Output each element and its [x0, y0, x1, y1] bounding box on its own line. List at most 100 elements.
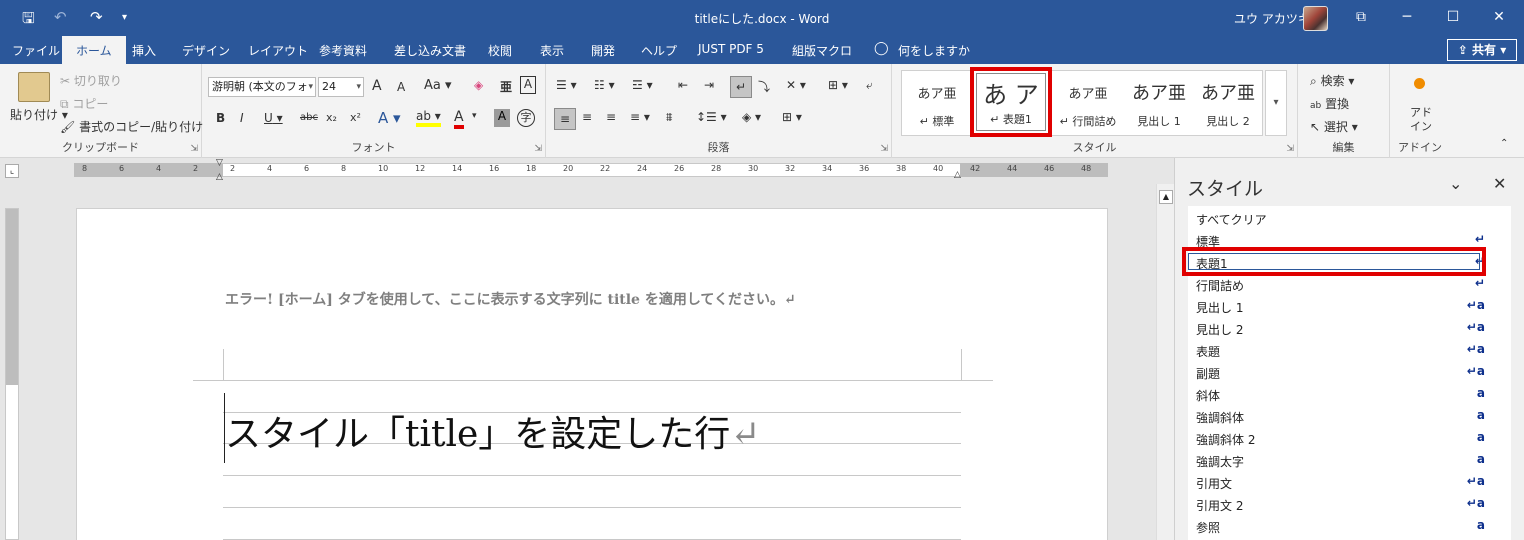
maximize-button[interactable]: ☐	[1430, 0, 1476, 34]
grow-font-button[interactable]: A	[372, 78, 382, 94]
gallery-more-icon[interactable]: ▾	[1265, 70, 1287, 136]
font-color-icon[interactable]: A	[454, 109, 464, 129]
align-left-icon[interactable]: ≡	[554, 108, 576, 130]
style-list-item[interactable]: 強調斜体 a	[1188, 405, 1511, 427]
addins-icon[interactable]	[1414, 78, 1425, 89]
dialog-launcher-icon[interactable]: ⇲	[534, 144, 542, 154]
tab-file[interactable]: ファイル	[12, 42, 60, 59]
style-list-item[interactable]: 強調太字 a	[1188, 449, 1511, 471]
document-area[interactable]: エラー! [ホーム] タブを使用して、ここに表示する文字列に title を適用…	[20, 184, 1156, 540]
select-button[interactable]: ↖ 選択 ▾	[1310, 118, 1358, 135]
italic-button[interactable]: I	[240, 111, 244, 125]
minimize-button[interactable]: ─	[1384, 0, 1430, 34]
borders-icon[interactable]: ⊞ ▾	[782, 110, 802, 124]
paste-icon[interactable]	[18, 72, 50, 102]
justify-icon[interactable]: ≡ ▾	[630, 110, 650, 124]
tab-design[interactable]: デザイン	[182, 42, 230, 59]
style-list-item[interactable]: 行間詰め ↵	[1188, 273, 1511, 295]
tab-insert[interactable]: 挿入	[132, 42, 156, 59]
bullets-icon[interactable]: ☰ ▾	[556, 78, 577, 92]
tell-me-search[interactable]: 何をしますか	[898, 42, 970, 59]
tab-help[interactable]: ヘルプ	[641, 42, 677, 59]
format-painter-button[interactable]: 🖌 書式のコピー/貼り付け	[60, 118, 203, 135]
ribbon-display-options-icon[interactable]: ⧉	[1338, 0, 1384, 34]
tab-just-pdf[interactable]: JUST PDF 5	[698, 42, 764, 56]
clear-format-icon[interactable]: ◈	[474, 78, 483, 92]
font-size-combo[interactable]: 24 ▾	[318, 77, 364, 97]
shrink-font-button[interactable]: A	[397, 80, 405, 94]
tab-review[interactable]: 校閲	[488, 42, 512, 59]
style-list-item[interactable]: 斜体 a	[1188, 383, 1511, 405]
style-list-item[interactable]: すべてクリア	[1188, 207, 1511, 229]
horizontal-ruler[interactable]: ⌞ 8 6 4 2 2 4 6 8 10 12 14 16 18 20 22 24 26 28 30 32 34 36 38…	[0, 158, 1174, 184]
font-color-dropdown-icon[interactable]: ▾	[472, 111, 477, 121]
underline-button[interactable]: U ▾	[264, 111, 283, 125]
gallery-style-no-spacing[interactable]: あア亜 ↵ 行間詰め	[1054, 71, 1122, 135]
gallery-style-normal[interactable]: あア亜 ↵ 標準	[906, 71, 968, 135]
dialog-launcher-icon[interactable]: ⇲	[190, 144, 198, 154]
lightbulb-icon[interactable]: ◯	[874, 41, 889, 56]
text-effects-icon[interactable]: A ▾	[378, 109, 401, 127]
scroll-up-icon[interactable]: ▲	[1159, 190, 1173, 204]
user-name[interactable]: ユウ アカツキ	[1234, 10, 1310, 27]
highlight-icon[interactable]: ab ▾	[416, 109, 441, 127]
align-center-icon[interactable]: ≡	[582, 110, 592, 124]
shading-icon[interactable]: ◈ ▾	[742, 110, 761, 124]
sort-icon[interactable]: ✕ ▾	[786, 78, 806, 92]
addins-button[interactable]: アド イン	[1410, 106, 1432, 134]
font-name-combo[interactable]: 游明朝 (本文のフォ ▾	[208, 77, 316, 97]
superscript-button[interactable]: x²	[350, 111, 361, 124]
numbering-icon[interactable]: ☷ ▾	[594, 78, 615, 92]
replace-button[interactable]: ab 置換	[1310, 95, 1349, 112]
char-shading-icon[interactable]: A	[494, 109, 510, 127]
pane-options-icon[interactable]: ⌄	[1449, 174, 1462, 193]
tab-mailings[interactable]: 差し込み文書	[394, 42, 466, 59]
hanging-indent-icon[interactable]: △	[216, 172, 223, 182]
cut-button[interactable]: ✂ 切り取り	[60, 72, 122, 89]
error-field-text[interactable]: エラー! [ホーム] タブを使用して、ここに表示する文字列に title を適用…	[225, 289, 796, 309]
tab-kumihan-macro[interactable]: 組版マクロ	[792, 42, 852, 59]
tab-selector-icon[interactable]: ⌞	[5, 164, 19, 178]
style-list-item[interactable]: 引用文 ↵a	[1188, 471, 1511, 493]
gallery-style-heading2[interactable]: あア亜 見出し 2	[1194, 71, 1262, 135]
subscript-button[interactable]: x₂	[326, 111, 337, 124]
increase-indent-icon[interactable]: ⇥	[704, 78, 714, 92]
change-case-button[interactable]: Aa ▾	[424, 78, 452, 93]
tab-view[interactable]: 表示	[540, 42, 564, 59]
copy-button[interactable]: ⧉ コピー	[60, 95, 108, 112]
dialog-launcher-icon[interactable]: ⇲	[880, 144, 888, 154]
bold-button[interactable]: B	[216, 111, 225, 125]
enclose-char-icon[interactable]: 字	[517, 109, 535, 127]
close-pane-icon[interactable]: ✕	[1493, 174, 1506, 193]
ruby-icon[interactable]: 亜	[500, 78, 512, 95]
avatar[interactable]	[1303, 6, 1328, 31]
asian-layout-icon[interactable]: ⤶	[866, 78, 873, 93]
show-marks-icon[interactable]: ↵	[730, 76, 752, 98]
strikethrough-button[interactable]: abc	[300, 112, 318, 123]
align-right-icon[interactable]: ≡	[606, 110, 616, 124]
dialog-launcher-icon[interactable]: ⇲	[1286, 144, 1294, 154]
tab-references[interactable]: 参考資料	[319, 42, 367, 59]
document-page[interactable]: エラー! [ホーム] タブを使用して、ここに表示する文字列に title を適用…	[76, 208, 1108, 540]
title-styled-line[interactable]: スタイル「title」を設定した行↵	[225, 405, 760, 457]
style-list-item[interactable]: 見出し 2 ↵a	[1188, 317, 1511, 339]
tab-developer[interactable]: 開発	[591, 42, 615, 59]
style-list-item[interactable]: 強調斜体 2 a	[1188, 427, 1511, 449]
style-list-item[interactable]: 副題 ↵a	[1188, 361, 1511, 383]
tab-layout[interactable]: レイアウト	[248, 42, 308, 59]
gallery-style-title1[interactable]: あ ア ↵ 表題1	[970, 67, 1052, 137]
decrease-indent-icon[interactable]: ⇤	[678, 78, 688, 92]
gallery-style-heading1[interactable]: あア亜 見出し 1	[1124, 71, 1194, 135]
distribute-text-icon[interactable]: ⩩	[666, 110, 672, 125]
style-list-item[interactable]: 引用文 2 ↵a	[1188, 493, 1511, 515]
share-button[interactable]: ⇪ 共有 ▾	[1447, 39, 1517, 61]
multilevel-list-icon[interactable]: ☲ ▾	[632, 78, 653, 92]
close-button[interactable]: ✕	[1476, 0, 1522, 34]
distribute-icon[interactable]: ⊞ ▾	[828, 78, 848, 92]
char-border-icon[interactable]: A	[520, 76, 536, 94]
indent-marker-icon[interactable]: ▽	[216, 158, 223, 168]
style-list-item[interactable]: 見出し 1 ↵a	[1188, 295, 1511, 317]
style-list-item[interactable]: 参照 a	[1188, 515, 1511, 537]
vertical-scrollbar[interactable]: ▲	[1156, 184, 1174, 540]
vertical-ruler[interactable]	[5, 208, 19, 540]
